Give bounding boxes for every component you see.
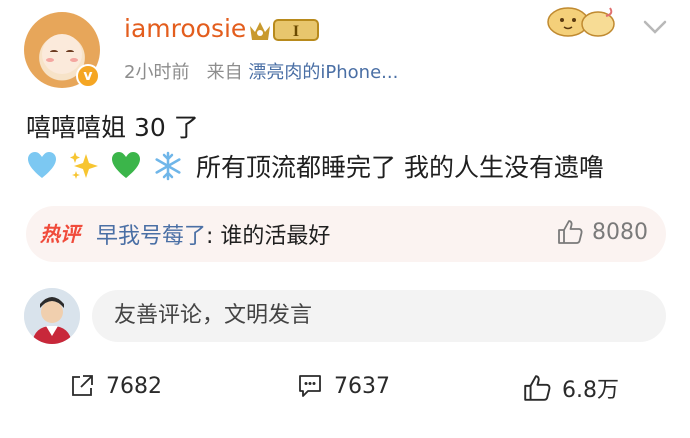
post-time: 2小时前 [124, 62, 190, 83]
current-user-avatar [24, 288, 80, 344]
hot-comment-content: 早我号莓了: 谁的活最好 [96, 218, 330, 250]
light-blue-heart-icon [28, 152, 56, 178]
like-count: 6.8万 [562, 378, 619, 403]
snowflake-icon [155, 151, 181, 181]
action-bar: 7682 7637 6.8万 [0, 372, 690, 416]
author-username[interactable]: iamroosie [124, 14, 246, 43]
vip-level-text: I [293, 23, 299, 40]
hot-comment-box[interactable]: 热评 早我号莓了: 谁的活最好 8080 [26, 206, 666, 262]
post-text-line1: 嘻嘻嘻姐 30 了 [26, 113, 199, 142]
vip-badge-icon[interactable]: I [248, 16, 320, 44]
hot-comment-text: 谁的活最好 [213, 224, 331, 249]
avatar-face [42, 34, 82, 74]
hot-comment-label: 热评 [40, 222, 80, 246]
post-source-prefix: 来自 [206, 62, 243, 83]
post-meta: 2小时前 来自 漂亮肉的iPhone... [124, 58, 398, 84]
post-text-line2: 所有顶流都睡完了 我的人生没有遗噜 [26, 146, 604, 186]
chevron-down-icon[interactable] [640, 12, 670, 42]
bear-sticker-icon [547, 7, 615, 37]
thumbs-up-icon [524, 375, 551, 401]
avatar-blush-left [46, 58, 54, 62]
thumbs-up-icon [558, 220, 583, 244]
hot-comment-like-count: 8080 [592, 219, 648, 245]
hot-comment-like-button[interactable]: 8080 [556, 218, 648, 246]
comment-icon [299, 375, 321, 397]
green-heart-icon [112, 152, 140, 178]
sparkles-icon [70, 152, 98, 179]
like-button[interactable]: 6.8万 [522, 372, 619, 404]
verified-badge-icon: v [76, 64, 100, 88]
comment-button[interactable]: 7637 [296, 372, 390, 400]
comment-input[interactable]: 友善评论，文明发言 [92, 290, 666, 342]
post-source[interactable]: 漂亮肉的iPhone... [248, 62, 398, 83]
avatar-blush-right [70, 58, 78, 62]
comment-count: 7637 [334, 373, 390, 399]
repost-count: 7682 [106, 373, 162, 399]
repost-icon [72, 375, 93, 396]
avatar-eye-left [50, 50, 58, 54]
repost-button[interactable]: 7682 [68, 372, 162, 400]
avatar-eye-right [66, 50, 74, 54]
post-text-line2-content: 所有顶流都睡完了 我的人生没有遗噜 [196, 153, 604, 182]
hot-commenter-name[interactable]: 早我号莓了 [96, 224, 206, 249]
